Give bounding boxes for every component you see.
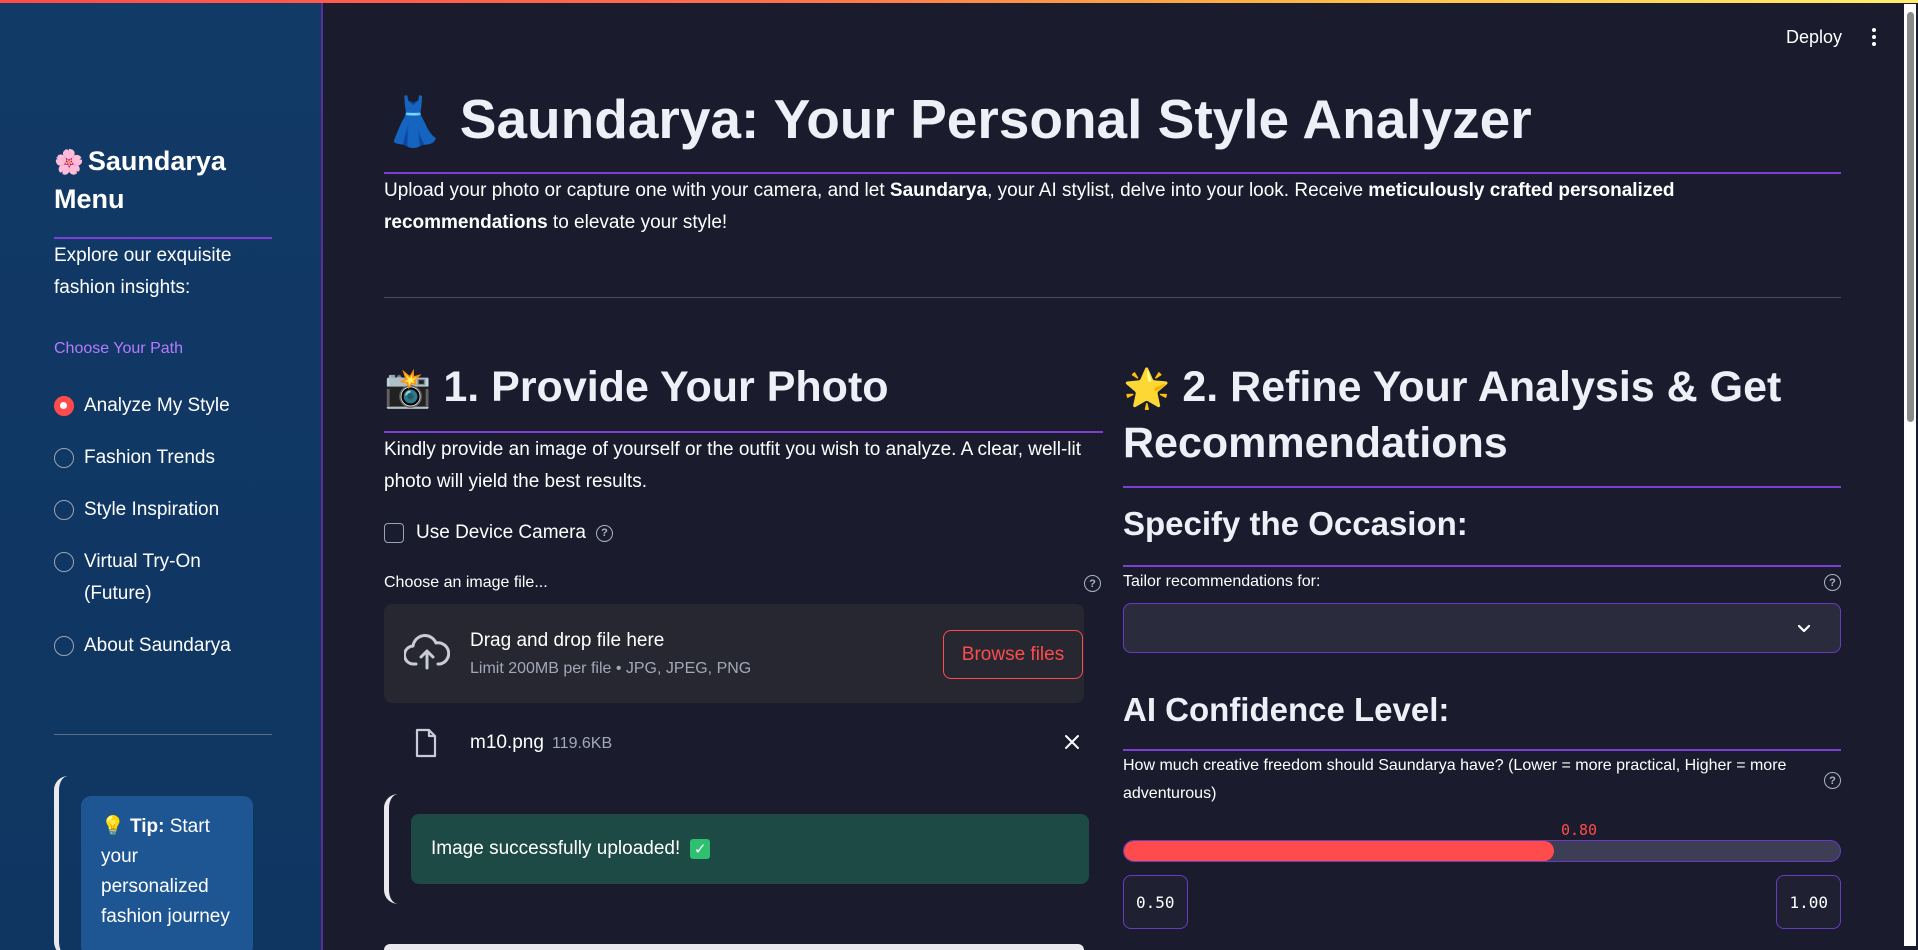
uploaded-file-row: m10.png 119.6KB	[384, 724, 1084, 764]
tip-container: 💡 Tip: Start your personalized fashion j…	[54, 776, 274, 950]
sidebar-item-label: About Saundarya	[84, 635, 231, 656]
occasion-select-label: Tailor recommendations for:	[1123, 573, 1321, 590]
top-accent-bar	[0, 0, 1918, 3]
radio-checked-icon	[54, 396, 74, 416]
sidebar-item-about-saundarya[interactable]: About Saundarya	[54, 630, 284, 662]
file-uploader-label: Choose an image file...	[384, 574, 548, 591]
sidebar-divider-purple	[54, 237, 272, 239]
dropzone-title: Drag and drop file here	[470, 630, 665, 651]
help-icon[interactable]: ?	[1084, 575, 1101, 592]
confidence-underline	[1123, 749, 1841, 751]
dress-icon: 👗	[384, 96, 444, 149]
slider-current-value: 0.80	[1560, 821, 1598, 839]
radio-unchecked-icon	[54, 552, 74, 572]
cherry-blossom-icon: 🌸	[54, 149, 84, 176]
sidebar-item-label: Fashion Trends	[84, 447, 215, 468]
lightbulb-icon: 💡	[101, 816, 125, 837]
sidebar-item-label: Style Inspiration	[84, 499, 220, 520]
occasion-select[interactable]	[1123, 603, 1841, 653]
photo-section-title: 📸 1. Provide Your Photo	[384, 363, 889, 411]
radio-unchecked-icon	[54, 500, 74, 520]
help-icon[interactable]: ?	[1824, 772, 1841, 789]
help-icon[interactable]: ?	[596, 524, 613, 542]
camera-toggle-row: Use Device Camera ?	[384, 522, 613, 544]
sidebar-item-virtual-try-on[interactable]: Virtual Try-On (Future)	[54, 546, 284, 610]
sidebar-item-label: Analyze My Style	[84, 395, 230, 416]
sidebar-item-fashion-trends[interactable]: Fashion Trends	[54, 442, 284, 474]
file-dropzone[interactable]: Drag and drop file here Limit 200MB per …	[384, 604, 1084, 703]
page-scrollbar-thumb[interactable]	[1907, 12, 1914, 422]
camera-icon: 📸	[384, 368, 432, 410]
sidebar-item-analyze-my-style[interactable]: Analyze My Style	[54, 390, 284, 422]
sidebar-divider	[54, 734, 272, 735]
star-icon: 🌟	[1123, 368, 1171, 410]
confidence-slider[interactable]	[1123, 840, 1841, 862]
browse-files-button[interactable]: Browse files	[943, 630, 1083, 679]
photo-description: Kindly provide an image of yourself or t…	[384, 439, 1082, 492]
sidebar-explore-text: Explore our exquisite fashion insights:	[54, 245, 232, 298]
main-content: 👗 Saundarya: Your Personal Style Analyzer…	[384, 0, 1841, 950]
sidebar-item-label: Virtual Try-On (Future)	[84, 551, 201, 604]
page-title: 👗 Saundarya: Your Personal Style Analyzer	[384, 88, 1532, 150]
main-menu-kebab-icon[interactable]	[1868, 26, 1880, 50]
sidebar-title: 🌸 Saundarya Menu	[54, 146, 226, 214]
sidebar-radio-group: Analyze My Style Fashion Trends Style In…	[54, 390, 284, 682]
confidence-title: AI Confidence Level:	[1123, 691, 1450, 728]
radio-unchecked-icon	[54, 448, 74, 468]
cloud-upload-icon	[404, 634, 450, 670]
help-icon[interactable]: ?	[1824, 574, 1841, 591]
dropzone-limit: Limit 200MB per file • JPG, JPEG, PNG	[470, 660, 752, 677]
success-message: Image successfully uploaded! ✓	[411, 814, 1089, 884]
use-camera-checkbox[interactable]	[384, 523, 404, 543]
sidebar: 🌸 Saundarya Menu Explore our exquisite fa…	[0, 0, 323, 950]
file-icon	[415, 728, 437, 758]
slider-max-value: 1.00	[1776, 875, 1841, 929]
section-divider	[384, 297, 1841, 298]
intro-text: Upload your photo or capture one with yo…	[384, 180, 1675, 233]
analysis-title-underline	[1123, 486, 1841, 488]
chevron-down-icon	[1797, 624, 1811, 633]
occasion-title: Specify the Occasion:	[1123, 505, 1468, 542]
success-container: Image successfully uploaded! ✓	[384, 794, 1089, 904]
check-mark-icon: ✓	[690, 839, 711, 859]
file-size: 119.6KB	[551, 735, 613, 752]
tip-bold-label: Tip:	[129, 816, 165, 837]
image-preview-edge	[384, 944, 1084, 950]
tip-box: 💡 Tip: Start your personalized fashion j…	[81, 796, 253, 950]
radio-unchecked-icon	[54, 636, 74, 656]
sidebar-path-label: Choose Your Path	[54, 340, 183, 357]
title-underline	[384, 172, 1841, 174]
file-name: m10.png 119.6KB	[470, 732, 613, 753]
occasion-underline	[1123, 565, 1841, 567]
slider-fill	[1124, 841, 1554, 861]
analysis-section-title: 🌟 2. Refine Your Analysis & Get Recommend…	[1123, 363, 1782, 467]
sidebar-item-style-inspiration[interactable]: Style Inspiration	[54, 494, 284, 526]
use-camera-label[interactable]: Use Device Camera	[416, 522, 586, 544]
confidence-slider-label: How much creative freedom should Saundar…	[1123, 757, 1787, 802]
close-icon[interactable]	[1064, 734, 1080, 750]
slider-min-value: 0.50	[1123, 875, 1188, 929]
photo-title-underline	[384, 431, 1103, 433]
